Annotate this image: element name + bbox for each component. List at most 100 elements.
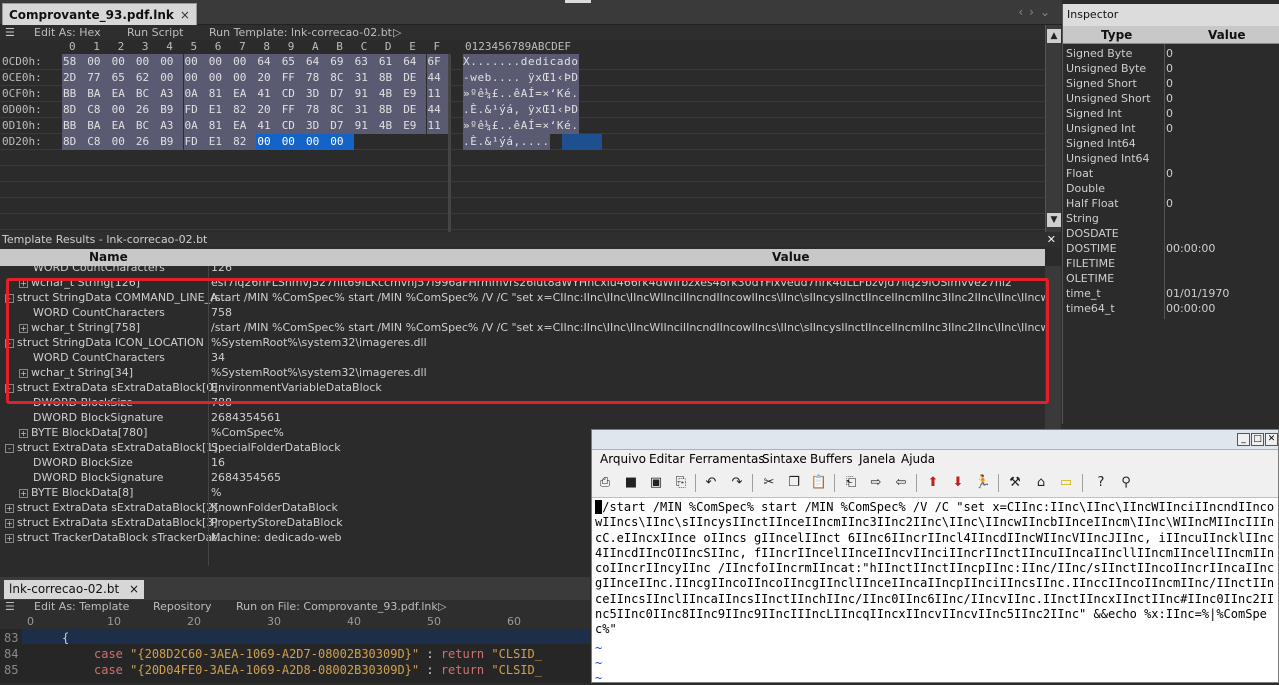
copy-icon[interactable]: ❐ bbox=[785, 474, 803, 492]
hex-byte[interactable]: 82 bbox=[232, 102, 257, 118]
hex-byte[interactable]: 41 bbox=[256, 118, 281, 134]
hex-byte[interactable]: 61 bbox=[377, 54, 403, 70]
template-result-row[interactable]: WORD CountCharacters 126 bbox=[0, 266, 1045, 275]
find-help-icon[interactable]: ⚲ bbox=[1117, 474, 1135, 492]
expand-icon[interactable]: + bbox=[5, 503, 14, 513]
hex-byte[interactable]: 64 bbox=[402, 54, 427, 70]
repository-button[interactable]: Repository bbox=[153, 600, 212, 613]
inspector-row[interactable]: Half Float 0 bbox=[1063, 196, 1279, 211]
redo-icon[interactable]: ↷ bbox=[728, 474, 746, 492]
expand-icon[interactable]: + bbox=[5, 533, 14, 543]
hex-byte[interactable]: CD bbox=[280, 118, 305, 134]
hex-byte[interactable]: B9 bbox=[159, 134, 184, 150]
hex-byte[interactable]: C8 bbox=[86, 134, 111, 150]
menu-arquivo[interactable]: Arquivo bbox=[600, 452, 646, 466]
editor-text-content[interactable]: |/start /MIN %ComSpec% start /MIN %ComSp… bbox=[595, 500, 1275, 684]
value-column-header[interactable]: Value bbox=[1208, 28, 1246, 42]
close-icon[interactable]: ✕ bbox=[1265, 433, 1278, 446]
hex-byte[interactable]: 00 bbox=[207, 70, 233, 86]
run-script-icon[interactable]: 🏃 bbox=[974, 474, 992, 492]
hex-byte[interactable]: 82 bbox=[232, 134, 257, 150]
ascii-row[interactable]: .È.&¹ýá‚ ÿxŒ1‹ÞD bbox=[463, 102, 579, 118]
run-on-file-button[interactable]: Run on File: Comprovante_93.pdf.lnk bbox=[236, 600, 438, 613]
hex-byte[interactable]: 91 bbox=[353, 118, 378, 134]
collapse-icon[interactable]: - bbox=[5, 443, 14, 453]
inspector-row[interactable]: Signed Int 0 bbox=[1063, 106, 1279, 121]
hex-byte[interactable]: D7 bbox=[329, 86, 354, 102]
hex-byte[interactable]: FF bbox=[280, 70, 305, 86]
load-session-icon[interactable]: ⬆ bbox=[924, 474, 942, 492]
undo-icon[interactable]: ↶ bbox=[702, 474, 720, 492]
hex-byte[interactable]: BC bbox=[134, 86, 160, 102]
hex-byte[interactable]: BB bbox=[62, 118, 87, 134]
hex-byte[interactable]: A3 bbox=[159, 118, 184, 134]
hex-byte[interactable]: 00 bbox=[280, 134, 305, 150]
code-line[interactable]: 84 case "{208D2C60-3AEA-1069-A2D7-08002B3… bbox=[0, 647, 590, 662]
hex-byte[interactable]: EA bbox=[232, 118, 257, 134]
inspector-row[interactable]: time64_t bbox=[1063, 301, 1279, 316]
menu-sintaxe[interactable]: Sintaxe bbox=[762, 452, 807, 466]
hex-byte[interactable]: 00 bbox=[207, 54, 233, 70]
hex-byte[interactable]: BA bbox=[86, 86, 111, 102]
hex-byte[interactable]: 64 bbox=[256, 54, 281, 70]
inspector-row[interactable]: String bbox=[1063, 211, 1279, 226]
close-icon[interactable]: ✕ bbox=[1047, 232, 1056, 247]
find-next-icon[interactable]: ⇨ bbox=[867, 474, 885, 492]
ascii-row[interactable]: -web.... ÿxŒ1‹ÞD bbox=[463, 70, 579, 86]
paste-icon[interactable]: 📋 bbox=[810, 474, 828, 492]
hex-byte[interactable]: E1 bbox=[207, 102, 233, 118]
menu-ferramentas[interactable]: Ferramentas bbox=[689, 452, 765, 466]
hex-byte[interactable]: 3D bbox=[305, 86, 330, 102]
ascii-row[interactable]: »ºê¼£..êAÍ=×‘Ké. bbox=[463, 118, 579, 134]
value-column-header[interactable]: Value bbox=[772, 250, 810, 264]
code-line[interactable]: 85 case "{20D04FE0-3AEA-1069-A2D8-08002B3… bbox=[0, 663, 590, 678]
hex-byte[interactable]: BB bbox=[62, 86, 87, 102]
hex-byte[interactable]: 00 bbox=[305, 134, 330, 150]
minimize-icon[interactable]: _ bbox=[1237, 433, 1250, 446]
edit-as-hex-button[interactable]: Edit As: Hex bbox=[34, 26, 101, 39]
ascii-row[interactable]: X.......dedicado bbox=[463, 54, 579, 70]
run-template-button[interactable]: Run Template: lnk-correcao-02.bt bbox=[209, 26, 392, 39]
hex-scrollbar[interactable]: ▲ ▼ bbox=[1045, 25, 1061, 232]
hex-byte[interactable]: 00 bbox=[159, 70, 184, 86]
hex-byte[interactable]: 4B bbox=[377, 118, 403, 134]
inspector-row[interactable]: Signed Byte 0 bbox=[1063, 46, 1279, 61]
inspector-row[interactable]: Unsigned Byte 0 bbox=[1063, 61, 1279, 76]
inspector-row[interactable]: Signed Int64 bbox=[1063, 136, 1279, 151]
hex-byte[interactable]: EA bbox=[110, 86, 135, 102]
hex-byte[interactable]: 26 bbox=[134, 134, 160, 150]
chevron-down-icon[interactable]: ☰ bbox=[5, 26, 15, 39]
hex-byte[interactable]: 00 bbox=[183, 70, 208, 86]
hex-byte[interactable]: 0A bbox=[183, 118, 208, 134]
hex-byte[interactable]: 8B bbox=[377, 70, 403, 86]
find-prev-icon[interactable]: ⇦ bbox=[892, 474, 910, 492]
run-script-button[interactable]: Run Script bbox=[127, 26, 184, 39]
menu-buffers[interactable]: Buffers bbox=[810, 452, 853, 466]
play-icon[interactable]: ▷ bbox=[393, 26, 401, 39]
hex-byte[interactable]: 69 bbox=[329, 54, 354, 70]
tab-lnk-correcao[interactable]: lnk-correcao-02.bt × bbox=[4, 580, 145, 599]
code-line[interactable]: 83 { bbox=[0, 631, 590, 646]
inspector-row[interactable]: FILETIME bbox=[1063, 256, 1279, 271]
inspector-row[interactable]: Unsigned Short 0 bbox=[1063, 91, 1279, 106]
inspector-row[interactable]: time_t 01/01/1970 00:00:00 bbox=[1063, 286, 1279, 315]
find-replace-icon[interactable]: ⎗ bbox=[842, 474, 860, 492]
template-result-row[interactable]: DWORD BlockSignature 2684354561 bbox=[0, 410, 1045, 425]
hex-byte[interactable]: 77 bbox=[86, 70, 111, 86]
hex-byte[interactable]: EA bbox=[232, 86, 257, 102]
hex-byte[interactable]: 8B bbox=[377, 102, 403, 118]
close-icon[interactable]: × bbox=[129, 582, 139, 596]
expand-icon[interactable]: + bbox=[19, 428, 28, 438]
code-editor[interactable]: 83 {84 case "{208D2C60-3AEA-1069-A2D7-0800… bbox=[0, 629, 590, 683]
open-icon[interactable]: ⎙ bbox=[596, 474, 614, 492]
hex-byte[interactable]: 00 bbox=[232, 54, 257, 70]
hex-byte[interactable]: BC bbox=[134, 118, 160, 134]
hex-byte[interactable]: 00 bbox=[183, 54, 208, 70]
shell-icon[interactable]: ⌂ bbox=[1032, 474, 1050, 492]
tab-nav-arrows-icon[interactable]: ‹›⌄ bbox=[1018, 5, 1056, 19]
hex-byte[interactable]: 0A bbox=[183, 86, 208, 102]
hex-byte[interactable]: 00 bbox=[134, 54, 160, 70]
hex-byte[interactable]: FD bbox=[183, 102, 208, 118]
hex-byte[interactable]: FD bbox=[183, 134, 208, 150]
hex-byte[interactable]: 63 bbox=[353, 54, 378, 70]
